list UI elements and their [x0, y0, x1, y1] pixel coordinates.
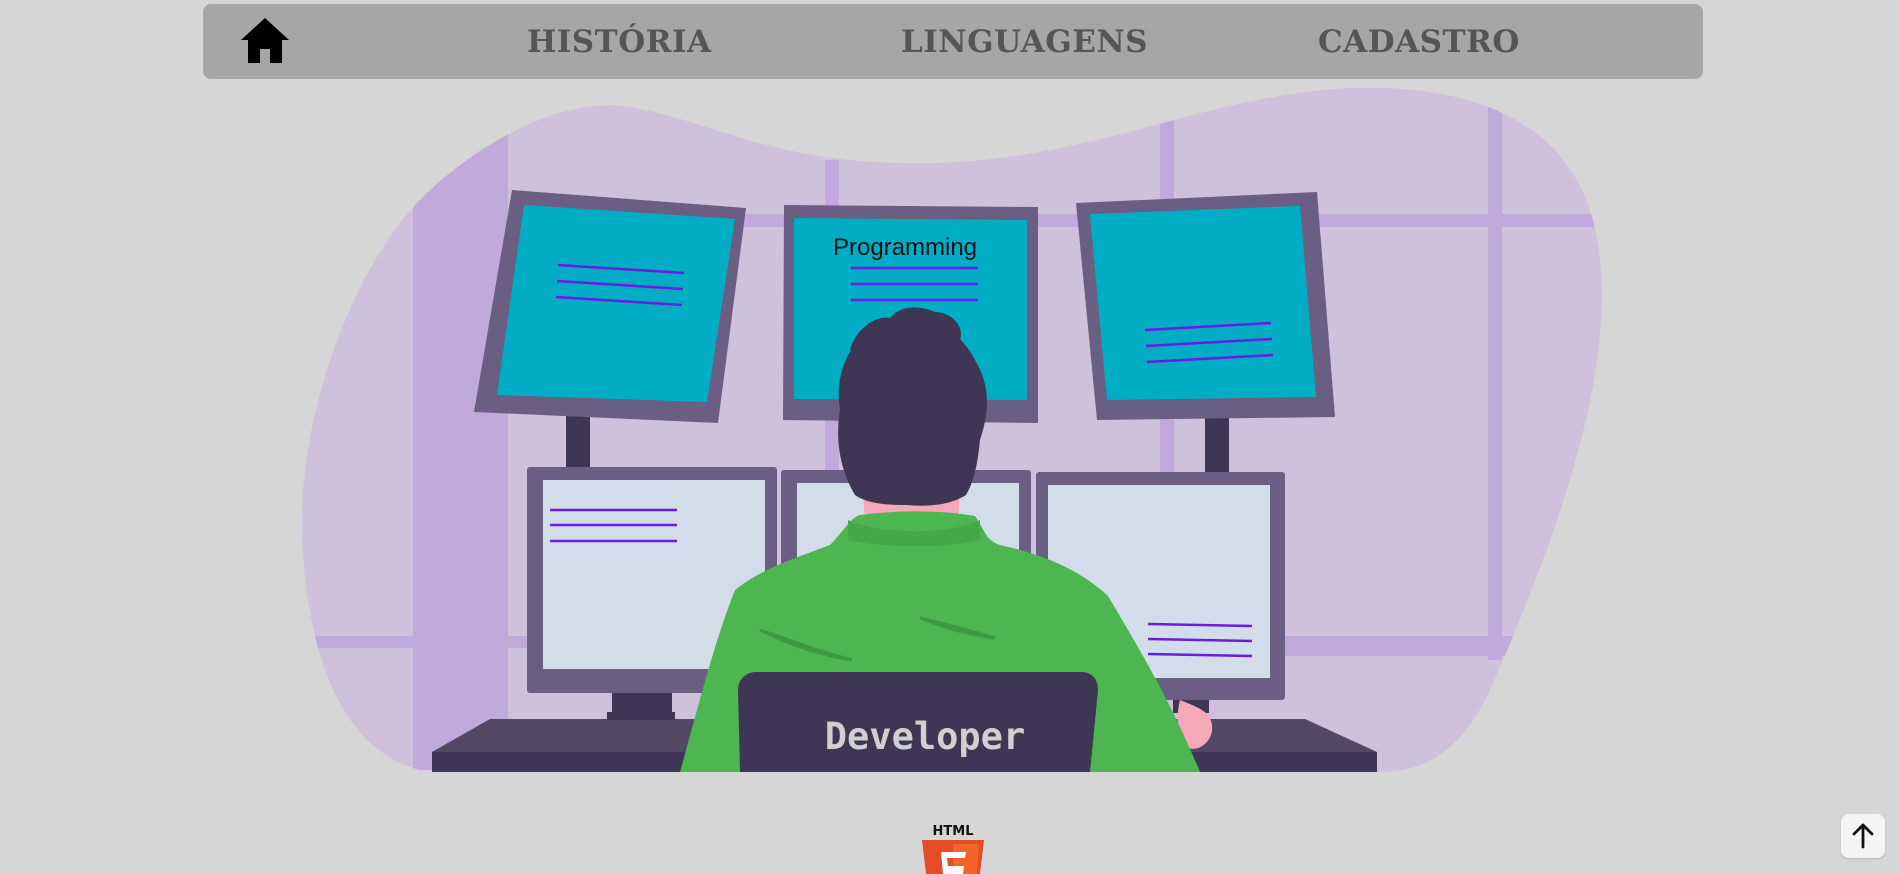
- home-button[interactable]: [239, 16, 291, 66]
- monitor-title: Programming: [833, 234, 977, 261]
- arrow-up-icon: [1852, 823, 1874, 849]
- hero-illustration: Programming Developer: [301, 87, 1602, 773]
- chair-label: Developer: [825, 715, 1025, 758]
- scroll-to-top-button[interactable]: [1841, 814, 1885, 858]
- nav-link-linguagens[interactable]: LINGUAGENS: [901, 22, 1148, 62]
- top-navbar: HISTÓRIA LINGUAGENS CADASTRO: [203, 4, 1703, 79]
- nav-link-cadastro[interactable]: CADASTRO: [1318, 22, 1520, 62]
- nav-link-historia[interactable]: HISTÓRIA: [527, 22, 712, 62]
- html5-logo: HTML: [921, 822, 985, 874]
- home-icon: [241, 18, 289, 63]
- html5-logo-text: HTML: [933, 824, 974, 839]
- page: HISTÓRIA LINGUAGENS CADASTRO Programming…: [0, 0, 1900, 874]
